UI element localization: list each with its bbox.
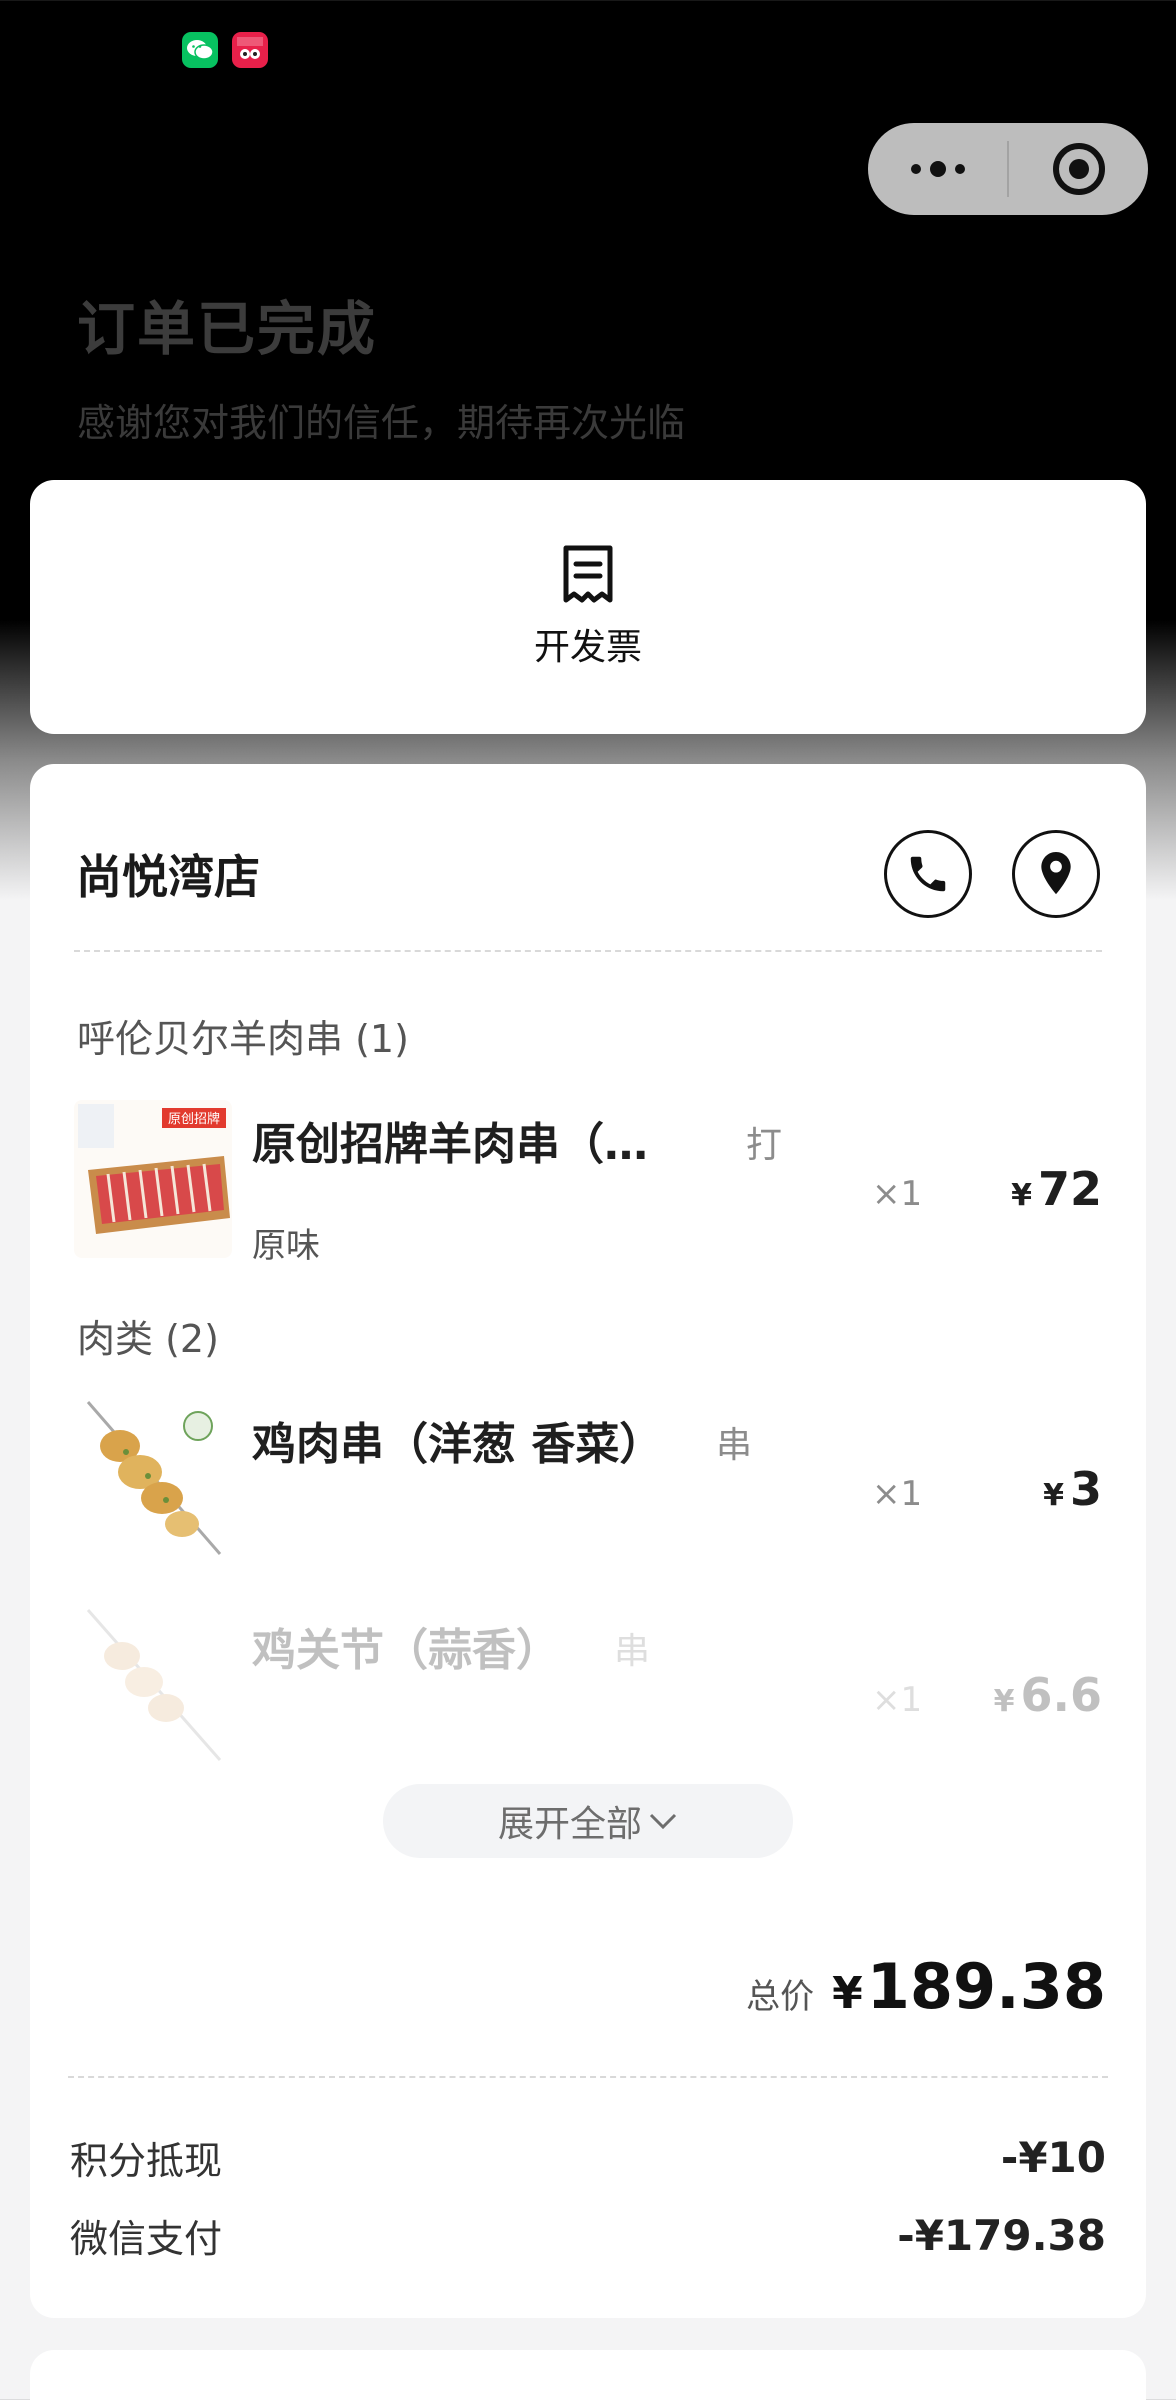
- close-miniprogram-button[interactable]: [1009, 123, 1148, 215]
- payment-row-wechat: 微信支付 -¥179.38: [70, 2208, 1106, 2263]
- total-currency: ¥: [832, 1968, 863, 2019]
- item-price: ¥6.6: [994, 1668, 1102, 1722]
- item-price-value: 3: [1069, 1462, 1102, 1516]
- item-quantity: ×1: [872, 1474, 923, 1514]
- expand-all-button[interactable]: 展开全部: [383, 1784, 793, 1858]
- payment-row-points: 积分抵现 -¥10: [70, 2130, 1106, 2185]
- total-label: 总价: [746, 1977, 815, 2017]
- group-title: 呼伦贝尔羊肉串 (1): [77, 1017, 409, 1061]
- item-quantity: ×1: [872, 1680, 923, 1720]
- receipt-icon: [563, 545, 613, 603]
- order-item: 鸡关节（蒜香） 串 ×1 ¥6.6: [74, 1606, 1102, 1766]
- miniprogram-capsule: [868, 123, 1148, 215]
- store-header: 尚悦湾店: [76, 804, 1100, 944]
- app-notification-icon: [232, 32, 268, 68]
- thumb-badge-text: 原创招牌: [168, 1111, 220, 1127]
- divider-dashed: [68, 2076, 1108, 2078]
- call-store-button[interactable]: [884, 830, 972, 918]
- divider-dashed: [74, 950, 1102, 952]
- store-location-button[interactable]: [1012, 830, 1100, 918]
- item-unit: 串: [716, 1425, 753, 1466]
- item-price: ¥72: [1011, 1162, 1102, 1216]
- store-name: 尚悦湾店: [76, 850, 260, 904]
- order-total: 总价 ¥ 189.38: [746, 1950, 1106, 2023]
- currency-symbol: ¥: [993, 1684, 1015, 1719]
- expand-all-label: 展开全部: [497, 1804, 642, 1845]
- group-title: 肉类 (2): [77, 1317, 219, 1361]
- payment-value: -¥10: [1000, 2133, 1106, 2182]
- payment-label: 积分抵现: [70, 2139, 223, 2183]
- total-value: 189.38: [866, 1950, 1106, 2023]
- item-thumbnail: [74, 1400, 232, 1558]
- status-bar-icons: [182, 32, 268, 68]
- item-thumbnail: 原创招牌: [74, 1100, 232, 1258]
- more-button[interactable]: [868, 123, 1007, 215]
- invoice-button[interactable]: 开发票: [30, 480, 1146, 734]
- payment-value: -¥179.38: [897, 2211, 1106, 2260]
- more-dots-icon: [910, 161, 965, 177]
- target-close-icon: [1052, 143, 1105, 195]
- location-pin-icon: [1041, 852, 1071, 895]
- currency-symbol: ¥: [1043, 1478, 1064, 1513]
- wechat-icon: [182, 32, 218, 68]
- item-name: 鸡关节（蒜香）: [252, 1625, 560, 1676]
- payment-label: 微信支付: [70, 2217, 223, 2261]
- order-item: 鸡肉串（洋葱 香菜） 串 ×1 ¥3: [74, 1400, 1102, 1560]
- item-name: 原创招牌羊肉串（…: [252, 1119, 648, 1170]
- item-unit: 打: [746, 1125, 783, 1166]
- next-card: [30, 2350, 1146, 2400]
- item-price-value: 72: [1037, 1162, 1102, 1216]
- item-quantity: ×1: [872, 1174, 923, 1214]
- currency-symbol: ¥: [1011, 1178, 1032, 1213]
- order-status-title: 订单已完成: [77, 295, 378, 363]
- order-detail-card: 尚悦湾店 呼伦贝尔羊肉串 (1) 原创招牌 原创招牌羊肉串（… 打 原味 ×1 …: [30, 764, 1146, 2318]
- order-status: 订单已完成 感谢您对我们的信任，期待再次光临: [77, 282, 685, 447]
- item-price-value: 6.6: [1020, 1668, 1103, 1722]
- chevron-down-icon: [649, 1813, 677, 1830]
- phone-icon: [910, 856, 946, 892]
- order-status-subtitle: 感谢您对我们的信任，期待再次光临: [77, 401, 686, 445]
- item-unit: 串: [614, 1631, 651, 1672]
- item-thumbnail: [74, 1606, 232, 1764]
- item-name: 鸡肉串（洋葱 香菜）: [252, 1419, 664, 1470]
- invoice-label: 开发票: [533, 627, 642, 668]
- item-spec: 原味: [252, 1226, 320, 1266]
- item-price: ¥3: [1043, 1462, 1102, 1516]
- order-item: 原创招牌 原创招牌羊肉串（… 打 原味 ×1 ¥72: [74, 1100, 1102, 1266]
